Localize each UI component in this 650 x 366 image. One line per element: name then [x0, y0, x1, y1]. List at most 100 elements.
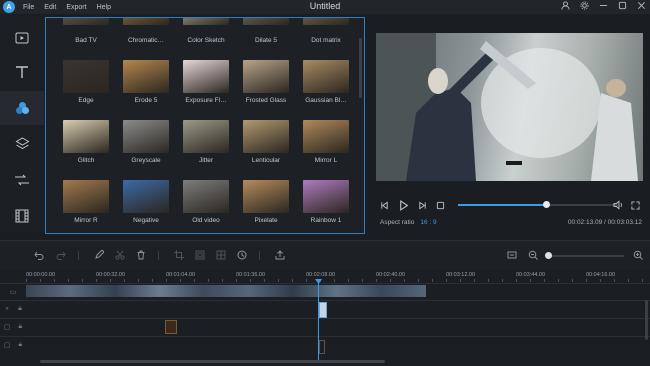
zoom-in-icon[interactable] [632, 249, 644, 261]
elements-tab[interactable] [0, 199, 44, 233]
progress-bar[interactable] [458, 201, 618, 208]
effect-thumbnail [243, 18, 289, 25]
aspect-ratio: Aspect ratio 16 : 9 [380, 219, 437, 226]
minimize-icon[interactable] [599, 1, 608, 12]
cut-icon[interactable] [114, 249, 126, 261]
crop-icon[interactable] [173, 249, 185, 261]
filter-track-icon: ⚬ [4, 306, 10, 313]
play-icon[interactable] [397, 199, 409, 211]
zoom-slider[interactable] [548, 255, 624, 257]
effect-thumbnail [123, 60, 169, 93]
stop-icon[interactable] [434, 199, 446, 211]
edit-pen-icon[interactable] [93, 249, 105, 261]
progress-handle[interactable] [543, 201, 550, 208]
lock-icon[interactable]: 🔒︎ [18, 323, 22, 331]
music-track-header: ▢ 🔒︎ [0, 337, 26, 353]
time-tick: 00:01:36.00 [236, 272, 266, 278]
next-frame-icon[interactable] [416, 199, 428, 211]
menu-edit[interactable]: Edit [44, 4, 56, 11]
effect-label: Greyscale [131, 157, 161, 164]
image-track-icon: ▢ [3, 324, 11, 331]
image-clip[interactable] [165, 320, 177, 334]
left-rail [0, 17, 44, 232]
effect-label: Dilate 5 [254, 37, 278, 44]
time-tick: 00:02:08.00 [306, 272, 336, 278]
effect-thumbnail [63, 18, 109, 25]
time-tick: 00:03:44.00 [516, 272, 546, 278]
overlay-icon [15, 137, 29, 150]
menu-bar: File Edit Export Help [23, 4, 121, 11]
menu-file[interactable]: File [23, 4, 34, 11]
redo-icon[interactable] [55, 249, 67, 261]
effects-scrollbar[interactable] [359, 38, 362, 98]
transition-tab[interactable] [0, 163, 44, 197]
effect-label: Erode 5 [134, 97, 158, 104]
app-logo[interactable]: A [3, 1, 15, 13]
fullscreen-icon[interactable] [629, 199, 641, 211]
video-track-header: ▭ [0, 284, 26, 300]
effect-thumbnail [243, 120, 289, 153]
video-clip[interactable] [26, 285, 426, 297]
effect-thumbnail [123, 180, 169, 213]
zoom-slider-handle[interactable] [545, 252, 552, 259]
image-track: ▢ 🔒︎ [0, 318, 650, 335]
video-track-icon: ▭ [9, 289, 17, 296]
effect-label: Bad TV [75, 37, 97, 44]
music-clip[interactable] [319, 340, 325, 354]
separator [158, 251, 159, 260]
aspect-value[interactable]: 16 : 9 [420, 219, 436, 226]
zoom-out-icon[interactable] [527, 249, 539, 261]
timeline-horizontal-scrollbar[interactable] [40, 360, 385, 363]
duration-clock-icon[interactable] [236, 249, 248, 261]
media-tab[interactable] [0, 21, 44, 55]
effect-thumbnail [183, 120, 229, 153]
text-tab[interactable] [0, 55, 44, 89]
filters-tab[interactable] [0, 91, 44, 125]
previous-frame-icon[interactable] [378, 199, 390, 211]
lock-icon[interactable]: 🔒︎ [18, 305, 22, 313]
effect-label: Old video [192, 217, 220, 224]
time-ruler[interactable]: 00:00:00.00 00:00:32.00 00:01:04.00 00:0… [26, 270, 650, 284]
time-tick: 00:02:40.00 [376, 272, 406, 278]
effect-thumbnail [303, 60, 349, 93]
mosaic-icon[interactable] [215, 249, 227, 261]
effect-thumbnail [303, 120, 349, 153]
lock-icon[interactable]: 🔒︎ [18, 341, 22, 349]
effect-thumbnail [183, 60, 229, 93]
delete-icon[interactable] [135, 249, 147, 261]
preview-frame [376, 33, 638, 181]
time-tick: 00:01:04.00 [166, 272, 196, 278]
effect-thumbnail [63, 60, 109, 93]
effects-panel: Bad TV Chromatic… Color Sketch Dilate 5 … [45, 17, 365, 234]
effect-label: Gaussian Bl… [305, 97, 347, 104]
effect-thumbnail [303, 18, 349, 25]
overlay-tab[interactable] [0, 127, 44, 161]
zoom-clip-icon[interactable] [194, 249, 206, 261]
menu-export[interactable]: Export [66, 4, 86, 11]
video-preview[interactable] [376, 33, 643, 181]
playhead[interactable] [318, 280, 319, 360]
gear-icon[interactable] [580, 1, 589, 12]
aspect-label: Aspect ratio [380, 219, 415, 226]
close-icon[interactable] [637, 1, 646, 12]
filter-clip[interactable] [319, 302, 327, 318]
effect-thumbnail [303, 180, 349, 213]
undo-icon[interactable] [33, 249, 45, 261]
effect-label: Mirror R [74, 217, 98, 224]
effect-label: Lenticular [251, 157, 281, 164]
volume-icon[interactable] [612, 199, 624, 211]
text-icon [16, 66, 28, 78]
export-share-icon[interactable] [274, 249, 286, 261]
effect-label: Rainbow 1 [310, 217, 342, 224]
effect-thumbnail [63, 180, 109, 213]
media-icon [15, 32, 29, 44]
effect-label: Exposure Fl… [185, 97, 227, 104]
user-icon[interactable] [561, 1, 570, 12]
title-bar: A File Edit Export Help Untitled [0, 0, 650, 14]
timeline-vertical-scrollbar[interactable] [645, 300, 648, 340]
maximize-icon[interactable] [618, 1, 627, 12]
fit-timeline-icon[interactable] [506, 249, 518, 261]
menu-help[interactable]: Help [97, 4, 111, 11]
effect-label: Pixelate [254, 217, 278, 224]
effect-thumbnail [243, 60, 289, 93]
